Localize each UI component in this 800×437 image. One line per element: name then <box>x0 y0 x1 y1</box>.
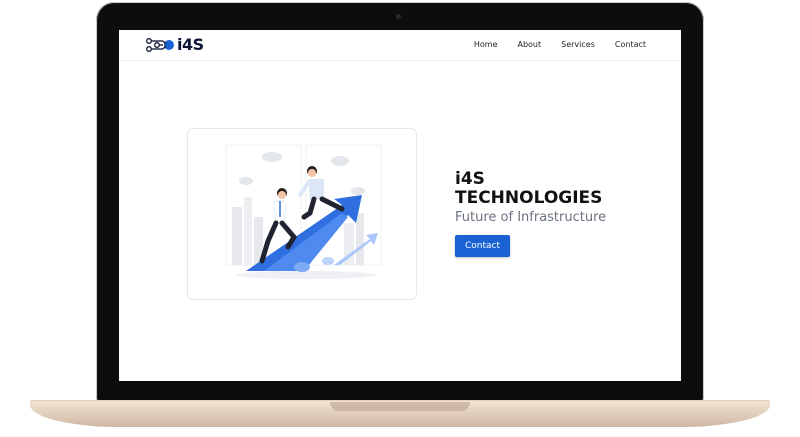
contact-button[interactable]: Contact <box>455 235 510 257</box>
laptop-mockup: i4S Home About Services Contact i4S TECH… <box>0 0 800 437</box>
logo-circuit-icon <box>146 38 174 52</box>
hero-tagline: Future of Infrastructure <box>455 210 607 225</box>
hero-title-line1: i4S <box>455 169 485 189</box>
nav-home[interactable]: Home <box>474 40 498 49</box>
hero-illustration-card <box>187 128 417 300</box>
logo-text: i4S <box>177 35 204 54</box>
nav-about[interactable]: About <box>517 40 541 49</box>
illustration-teamwork-growth <box>224 143 384 283</box>
nav-menu: Home About Services Contact <box>474 40 646 49</box>
brand-logo[interactable]: i4S <box>145 36 204 54</box>
laptop-notch <box>330 402 470 411</box>
website-screen: i4S Home About Services Contact i4S TECH… <box>119 30 681 381</box>
hero-heading-block: i4S TECHNOLOGIES Future of Infrastructur… <box>455 170 606 226</box>
navbar: i4S Home About Services Contact <box>119 30 681 61</box>
camera-dot <box>396 14 401 19</box>
nav-contact[interactable]: Contact <box>615 40 646 49</box>
hero-title-line2: TECHNOLOGIES <box>455 188 603 208</box>
nav-services[interactable]: Services <box>561 40 595 49</box>
